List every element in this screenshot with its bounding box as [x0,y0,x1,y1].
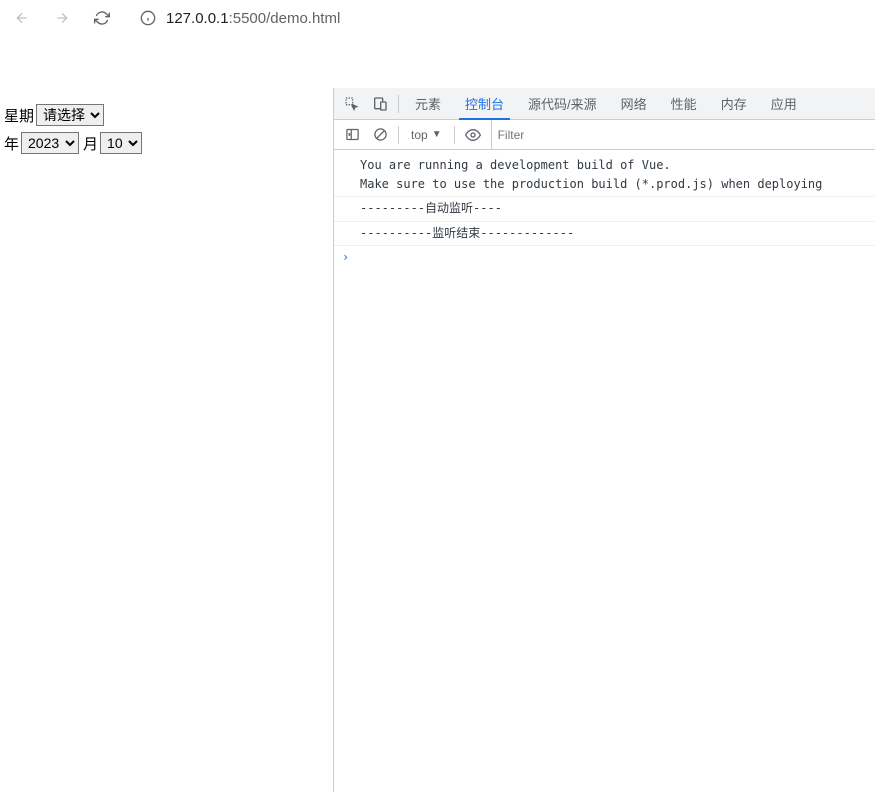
weekday-select[interactable]: 请选择 [36,104,104,126]
device-toggle-button[interactable] [366,90,394,118]
console-line: ---------自动监听---- [334,197,875,221]
weekday-label: 星期 [4,105,34,126]
chevron-right-icon: › [342,250,349,264]
divider [398,95,399,113]
month-label: 月 [83,133,98,154]
browser-toolbar: 127.0.0.1:5500/demo.html [0,0,875,36]
sidebar-icon [345,127,360,142]
device-icon [372,96,388,112]
clear-icon [373,127,388,142]
inspect-element-button[interactable] [338,90,366,118]
console-toolbar: top ▼ [334,120,875,150]
tab-application[interactable]: 应用 [759,88,809,120]
divider [398,126,399,144]
console-line: You are running a development build of V… [334,154,875,197]
url-text: 127.0.0.1:5500/demo.html [166,10,340,27]
tab-sources[interactable]: 源代码/来源 [516,88,609,120]
month-select[interactable]: 10 [100,132,142,154]
year-select[interactable]: 2023 [21,132,79,154]
tab-memory[interactable]: 内存 [709,88,759,120]
tab-performance[interactable]: 性能 [659,88,709,120]
tab-network[interactable]: 网络 [609,88,659,120]
chevron-down-icon: ▼ [432,129,442,140]
reload-icon [94,10,110,26]
reload-button[interactable] [88,4,116,32]
toggle-sidebar-button[interactable] [338,121,366,149]
arrow-right-icon [54,10,70,26]
back-button[interactable] [8,4,36,32]
devtools-panel: 元素 控制台 源代码/来源 网络 性能 内存 应用 top ▼ [333,88,875,792]
console-prompt[interactable]: › [334,246,875,268]
console-line: ----------监听结束------------- [334,222,875,246]
clear-console-button[interactable] [366,121,394,149]
console-output: You are running a development build of V… [334,150,875,792]
eye-icon [465,127,481,143]
live-expression-button[interactable] [459,121,487,149]
divider [454,126,455,144]
info-icon [140,10,156,26]
address-bar[interactable]: 127.0.0.1:5500/demo.html [128,4,867,32]
arrow-left-icon [14,10,30,26]
inspect-icon [344,96,360,112]
year-label: 年 [4,133,19,154]
page-content: 星期 请选择 年 2023 月 10 [0,36,333,792]
devtools-tabs: 元素 控制台 源代码/来源 网络 性能 内存 应用 [334,88,875,120]
tab-elements[interactable]: 元素 [403,88,453,120]
forward-button[interactable] [48,4,76,32]
context-dropdown[interactable]: top ▼ [403,122,450,148]
tab-console[interactable]: 控制台 [453,88,516,120]
filter-input[interactable] [491,120,871,149]
